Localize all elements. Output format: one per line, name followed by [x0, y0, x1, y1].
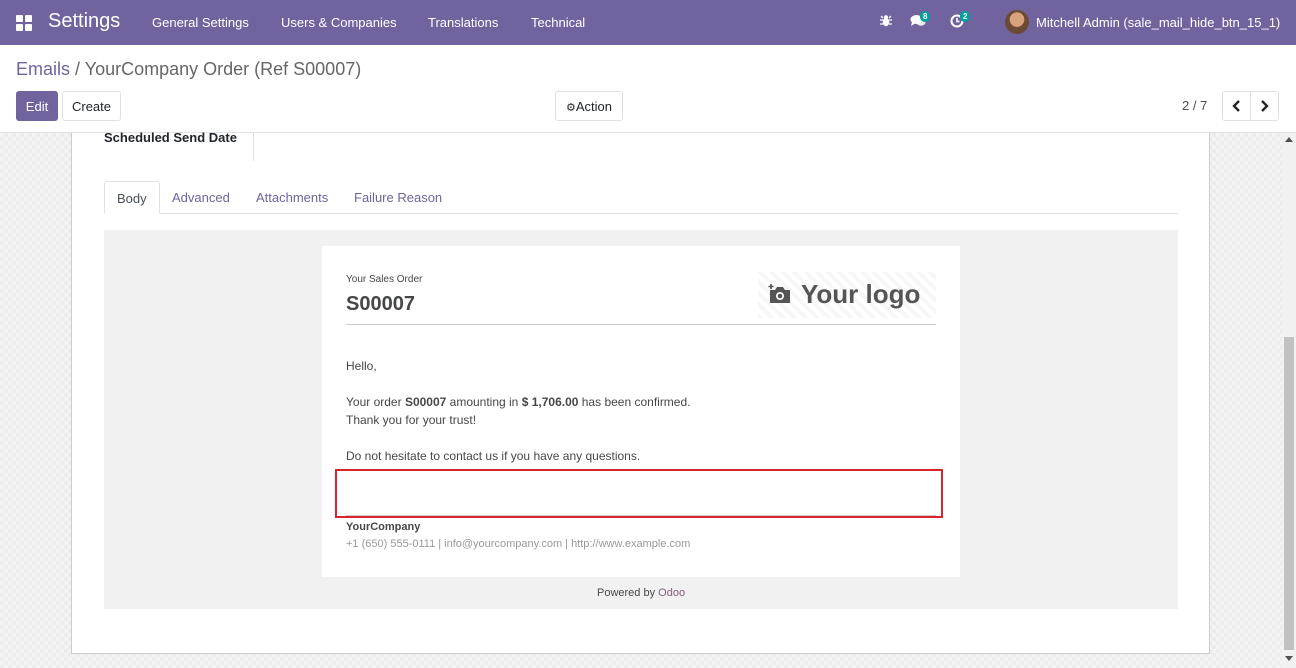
scheduled-send-date-label: Scheduled Send Date — [104, 130, 237, 145]
pager-previous-button[interactable] — [1222, 91, 1251, 121]
chevron-left-icon — [1232, 100, 1240, 112]
scroll-down-arrow-icon[interactable] — [1285, 656, 1293, 661]
highlight-annotation — [335, 469, 943, 518]
bug-icon[interactable] — [879, 14, 897, 32]
menu-technical[interactable]: Technical — [531, 15, 585, 30]
apps-menu-icon[interactable] — [16, 15, 32, 31]
pager-value[interactable]: 2 / 7 — [1182, 98, 1207, 113]
top-navbar: Settings General Settings Users & Compan… — [0, 0, 1296, 46]
line1-amount: $ 1,706.00 — [521, 395, 579, 409]
action-button[interactable]: ⚙Action — [555, 91, 623, 121]
line1-pre: Your order — [346, 395, 405, 409]
breadcrumb: Emails / YourCompany Order (Ref S00007) — [16, 59, 361, 80]
email-order-ref: S00007 — [346, 293, 415, 315]
footer-company-contact: +1 (650) 555-0111 | info@yourcompany.com… — [346, 538, 691, 550]
email-heading-small: Your Sales Order — [346, 274, 423, 285]
control-panel: Emails / YourCompany Order (Ref S00007) … — [0, 45, 1296, 133]
messages-badge: 8 — [920, 11, 931, 22]
tab-advanced[interactable]: Advanced — [160, 181, 242, 214]
breadcrumb-separator: / — [75, 59, 81, 79]
powered-by-label: Powered by — [597, 587, 659, 599]
create-button[interactable]: Create — [62, 91, 121, 121]
tab-body[interactable]: Body — [104, 181, 160, 214]
logo-text: Your logo — [801, 279, 921, 309]
user-menu[interactable]: Mitchell Admin (sale_mail_hide_btn_15_1) — [1036, 15, 1280, 30]
tab-failure-reason[interactable]: Failure Reason — [342, 181, 454, 214]
chevron-right-icon — [1261, 100, 1269, 112]
odoo-link[interactable]: Odoo — [658, 587, 685, 599]
action-label: Action — [575, 99, 612, 114]
app-title[interactable]: Settings — [48, 10, 120, 33]
email-divider-top — [346, 324, 936, 325]
breadcrumb-current: YourCompany Order (Ref S00007) — [84, 59, 362, 79]
email-divider-bottom — [346, 515, 936, 516]
messages-icon[interactable]: 8 — [910, 11, 931, 32]
email-contact-line: Do not hesitate to contact us if you hav… — [346, 449, 641, 463]
field-separator — [253, 133, 254, 161]
line1-order: S00007 — [404, 395, 447, 409]
scrollbar-thumb[interactable] — [1284, 337, 1294, 650]
activities-clock-icon[interactable]: 2 — [950, 11, 971, 32]
tab-attachments[interactable]: Attachments — [244, 181, 340, 214]
email-greeting: Hello, — [346, 359, 377, 373]
footer-company-name: YourCompany — [346, 521, 421, 533]
activities-badge: 2 — [960, 11, 971, 22]
email-confirmation-line: Your order S00007 amounting in $ 1,706.0… — [346, 395, 691, 409]
user-avatar[interactable] — [1005, 10, 1029, 34]
breadcrumb-emails[interactable]: Emails — [16, 59, 70, 79]
line1-mid: amounting in — [446, 395, 522, 409]
menu-users-companies[interactable]: Users & Companies — [281, 15, 397, 30]
pager-next-button[interactable] — [1250, 91, 1279, 121]
gear-icon: ⚙ — [565, 102, 576, 114]
line1-post: has been confirmed. — [578, 395, 691, 409]
menu-general-settings[interactable]: General Settings — [152, 15, 249, 30]
scroll-up-arrow-icon[interactable] — [1285, 137, 1293, 142]
edit-button[interactable]: Edit — [16, 91, 58, 121]
menu-translations[interactable]: Translations — [428, 15, 498, 30]
camera-icon — [768, 283, 792, 308]
email-thanks: Thank you for your trust! — [346, 413, 477, 427]
